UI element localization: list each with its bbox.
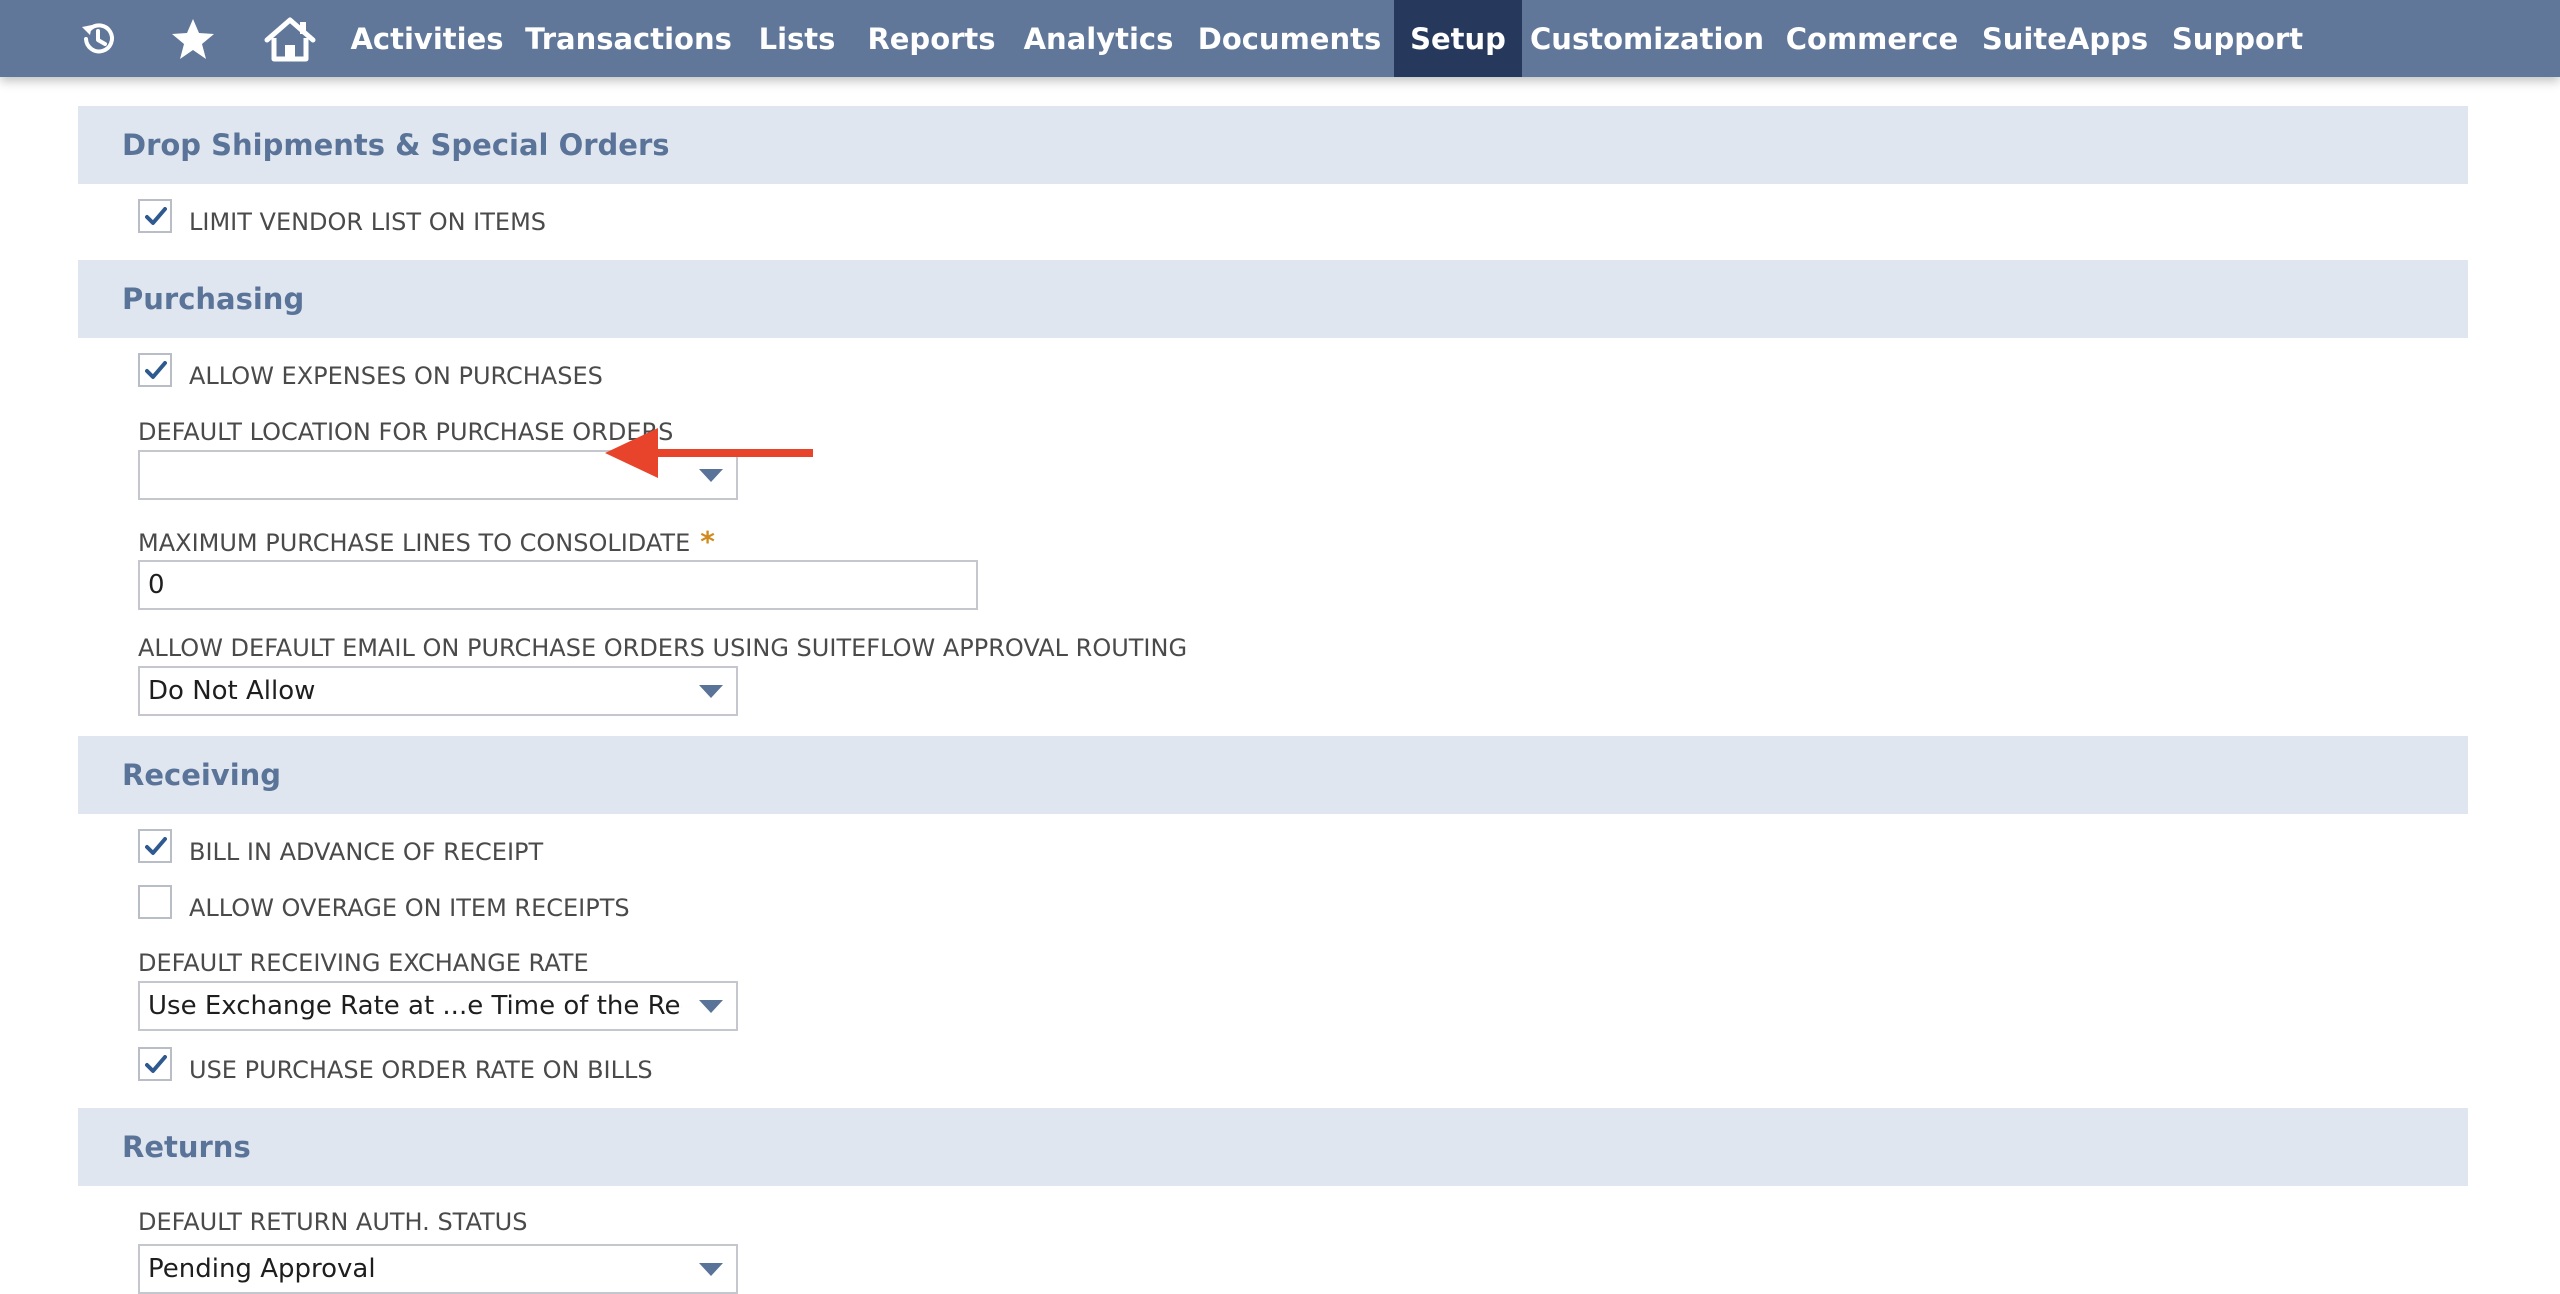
exchange-rate-value: Use Exchange Rate at ...e Time of the Re… [148, 991, 682, 1021]
nav-customization[interactable]: Customization [1530, 0, 1764, 77]
limit-vendor-list-checkbox[interactable] [138, 199, 172, 233]
section-title-purchasing: Purchasing [122, 282, 305, 316]
default-location-value [148, 452, 682, 498]
required-indicator: * [700, 525, 715, 558]
home-icon[interactable] [260, 0, 320, 77]
checkmark-icon [145, 361, 167, 379]
nav-analytics[interactable]: Analytics [1020, 0, 1177, 77]
nav-lists[interactable]: Lists [751, 0, 843, 77]
default-email-select[interactable]: Do Not Allow [138, 666, 738, 716]
max-purchase-lines-label: MAXIMUM PURCHASE LINES TO CONSOLIDATE * [138, 527, 715, 558]
default-return-status-select[interactable]: Pending Approval [138, 1244, 738, 1294]
nav-reports[interactable]: Reports [863, 0, 1000, 77]
default-return-status-label: DEFAULT RETURN AUTH. STATUS [138, 1208, 528, 1236]
favorites-star-icon[interactable] [163, 0, 223, 77]
bill-in-advance-label: BILL IN ADVANCE OF RECEIPT [189, 838, 544, 866]
limit-vendor-list-label: LIMIT VENDOR LIST ON ITEMS [189, 208, 547, 236]
checkmark-icon [145, 837, 167, 855]
section-title-receiving: Receiving [122, 758, 282, 792]
recent-records-icon[interactable] [68, 0, 128, 77]
top-navigation-bar: Activities Transactions Lists Reports An… [0, 0, 2560, 77]
allow-overage-checkbox[interactable] [138, 885, 172, 919]
nav-support[interactable]: Support [2170, 0, 2305, 77]
default-location-label: DEFAULT LOCATION FOR PURCHASE ORDERS [138, 418, 674, 446]
annotation-arrow-icon [605, 428, 813, 478]
allow-expenses-checkbox[interactable] [138, 353, 172, 387]
nav-activities[interactable]: Activities [347, 0, 507, 77]
allow-overage-label: ALLOW OVERAGE ON ITEM RECEIPTS [189, 894, 630, 922]
section-title-returns: Returns [122, 1130, 251, 1164]
section-header-returns: Returns [78, 1108, 2468, 1186]
section-header-receiving: Receiving [78, 736, 2468, 814]
nav-transactions[interactable]: Transactions [525, 0, 732, 77]
setup-preferences-content: Drop Shipments & Special Orders LIMIT VE… [0, 77, 2560, 1294]
chevron-down-icon [699, 1263, 723, 1276]
exchange-rate-select[interactable]: Use Exchange Rate at ...e Time of the Re… [138, 981, 738, 1031]
nav-documents[interactable]: Documents [1196, 0, 1383, 77]
use-po-rate-label: USE PURCHASE ORDER RATE ON BILLS [189, 1056, 653, 1084]
allow-expenses-label: ALLOW EXPENSES ON PURCHASES [189, 362, 603, 390]
exchange-rate-label: DEFAULT RECEIVING EXCHANGE RATE [138, 949, 589, 977]
max-purchase-lines-label-text: MAXIMUM PURCHASE LINES TO CONSOLIDATE [138, 529, 691, 557]
section-header-drop-shipments: Drop Shipments & Special Orders [78, 106, 2468, 184]
default-return-status-value: Pending Approval [148, 1254, 376, 1284]
default-email-label: ALLOW DEFAULT EMAIL ON PURCHASE ORDERS U… [138, 634, 1188, 662]
use-po-rate-checkbox[interactable] [138, 1047, 172, 1081]
chevron-down-icon [699, 1000, 723, 1013]
default-email-value: Do Not Allow [148, 676, 316, 706]
nav-commerce[interactable]: Commerce [1783, 0, 1961, 77]
checkmark-icon [145, 207, 167, 225]
nav-setup[interactable]: Setup [1394, 0, 1522, 77]
max-purchase-lines-input[interactable] [138, 560, 978, 610]
section-header-purchasing: Purchasing [78, 260, 2468, 338]
checkmark-icon [145, 1055, 167, 1073]
bill-in-advance-checkbox[interactable] [138, 829, 172, 863]
section-title-drop-shipments: Drop Shipments & Special Orders [122, 128, 670, 162]
nav-suiteapps[interactable]: SuiteApps [1982, 0, 2148, 77]
chevron-down-icon [699, 685, 723, 698]
